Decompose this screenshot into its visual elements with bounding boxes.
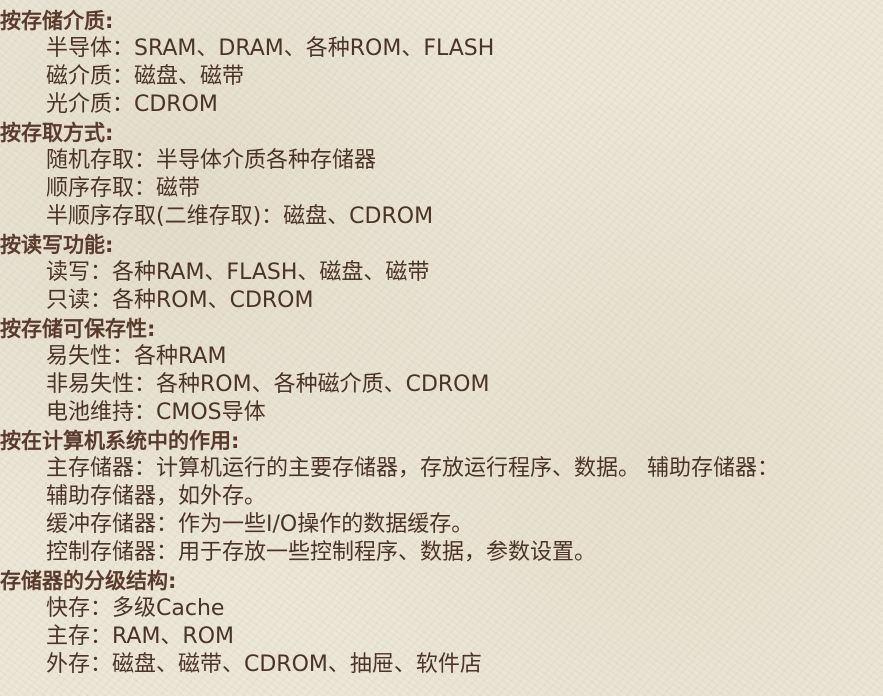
list-item: 控制存储器：用于存放一些控制程序、数据，参数设置。 (46, 540, 597, 565)
list-item: 快存：多级Cache (46, 596, 225, 621)
list-item: 半导体：SRAM、DRAM、各种ROM、FLASH (46, 36, 495, 61)
section-heading: 按存储介质: (0, 9, 114, 33)
list-item: 缓冲存储器：作为一些I/O操作的数据缓存。 (46, 512, 474, 537)
list-item: 主存储器：计算机运行的主要存储器，存放运行程序、数据。 辅助存储器： (46, 456, 779, 481)
list-item: 辅助存储器，如外存。 (46, 484, 267, 509)
document-body: 按存储介质: 半导体：SRAM、DRAM、各种ROM、FLASH 磁介质：磁盘、… (0, 0, 883, 679)
list-item: 半顺序存取(二维存取)：磁盘、CDROM (46, 204, 434, 229)
list-item: 只读：各种ROM、CDROM (46, 288, 314, 313)
list-item: 电池维持：CMOS导体 (46, 400, 266, 425)
list-item: 主存：RAM、ROM (46, 624, 235, 649)
section-storage-medium: 按存储介质: 半导体：SRAM、DRAM、各种ROM、FLASH 磁介质：磁盘、… (0, 7, 883, 119)
list-item: 光介质：CDROM (46, 92, 218, 117)
section-heading: 按存取方式: (0, 121, 114, 145)
list-item: 非易失性：各种ROM、各种磁介质、CDROM (46, 372, 490, 397)
section-heading: 存储器的分级结构: (0, 569, 177, 593)
section-read-write: 按读写功能: 读写：各种RAM、FLASH、磁盘、磁带 只读：各种ROM、CDR… (0, 231, 883, 315)
list-item: 外存：磁盘、磁带、CDROM、抽屉、软件店 (46, 652, 482, 677)
section-heading: 按存储可保存性: (0, 317, 156, 341)
list-item: 顺序存取：磁带 (46, 176, 201, 201)
list-item: 易失性：各种RAM (46, 344, 227, 369)
section-system-role: 按在计算机系统中的作用: 主存储器：计算机运行的主要存储器，存放运行程序、数据。… (0, 427, 883, 567)
list-item: 随机存取：半导体介质各种存储器 (46, 148, 377, 173)
section-heading: 按读写功能: (0, 233, 114, 257)
list-item: 读写：各种RAM、FLASH、磁盘、磁带 (46, 260, 430, 285)
section-heading: 按在计算机系统中的作用: (0, 429, 240, 453)
section-access-method: 按存取方式: 随机存取：半导体介质各种存储器 顺序存取：磁带 半顺序存取(二维存… (0, 119, 883, 231)
section-hierarchy: 存储器的分级结构: 快存：多级Cache 主存：RAM、ROM 外存：磁盘、磁带… (0, 567, 883, 679)
section-volatility: 按存储可保存性: 易失性：各种RAM 非易失性：各种ROM、各种磁介质、CDRO… (0, 315, 883, 427)
list-item: 磁介质：磁盘、磁带 (46, 64, 245, 89)
